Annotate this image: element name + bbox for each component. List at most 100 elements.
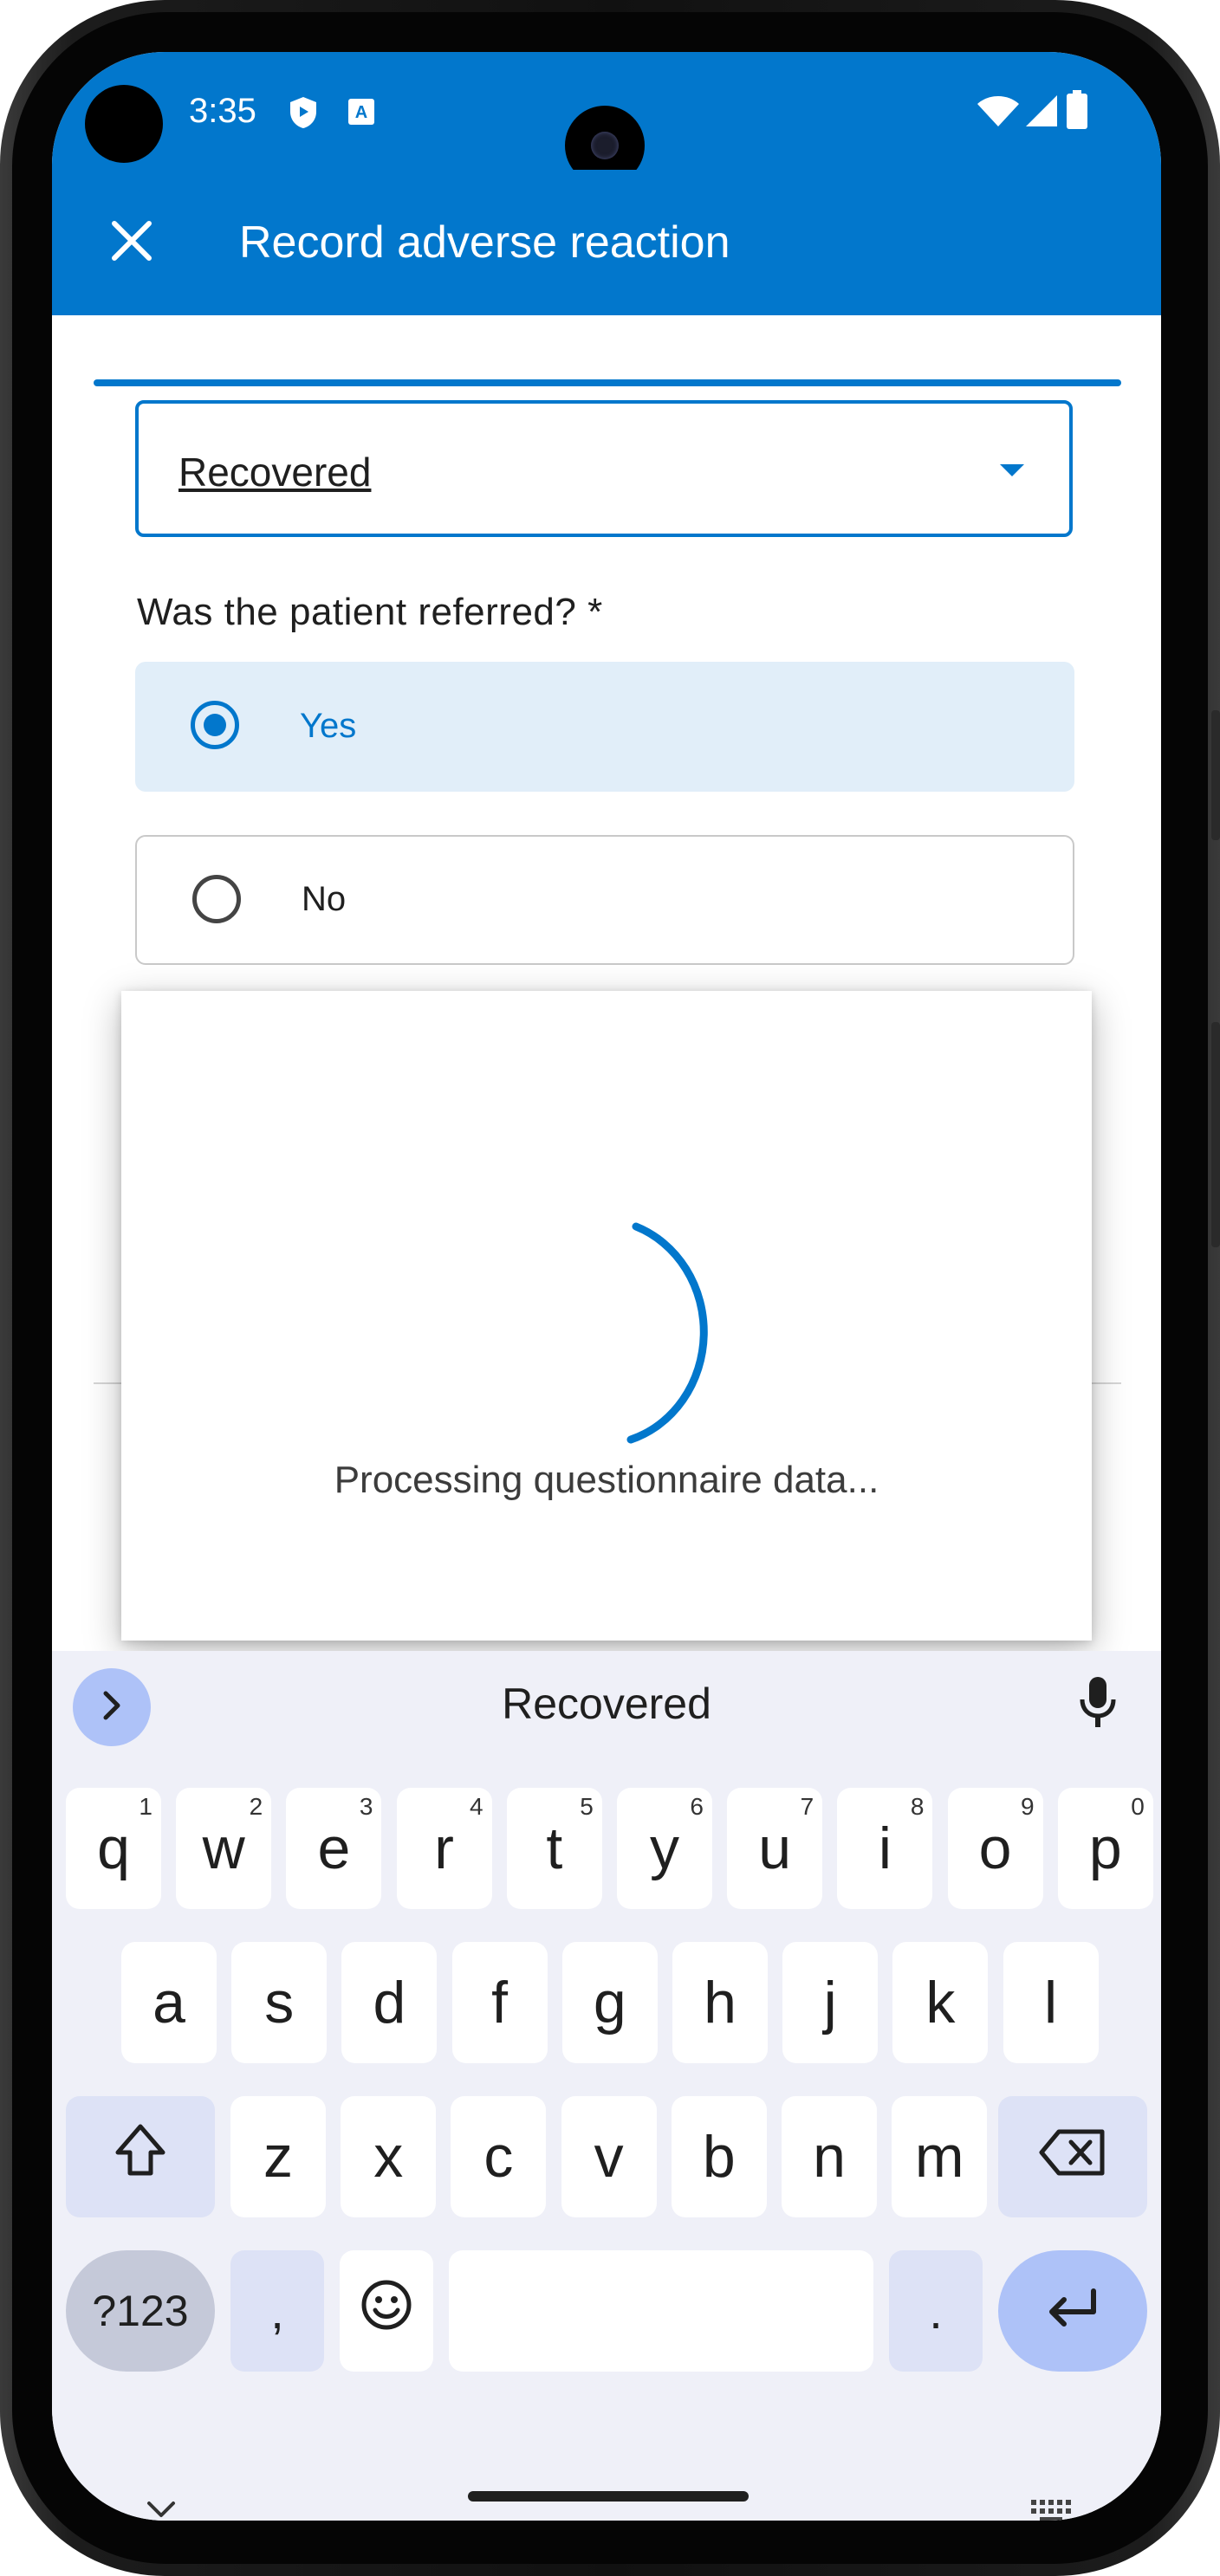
key-f[interactable]: f [451,1942,548,2063]
key-label: q [97,1815,130,1881]
key-t[interactable]: t5 [506,1788,602,1909]
shift-key[interactable] [66,2096,215,2217]
key-label: u [758,1815,792,1881]
key-number-hint: 4 [470,1793,483,1820]
key-label: d [373,1970,406,2036]
enter-key[interactable] [998,2250,1147,2372]
key-label: y [650,1815,679,1881]
key-h[interactable]: h [672,1942,768,2063]
key-label: l [1044,1970,1058,2036]
key-label: f [491,1970,509,2036]
key-label: n [813,2124,846,2190]
referral-option-label: No [302,880,347,918]
battery-icon [1066,90,1088,134]
key-number-hint: 9 [1021,1793,1035,1820]
key-w[interactable]: w2 [176,1788,272,1909]
key-c[interactable]: c [451,2096,547,2217]
page-title: Record adverse reaction [239,217,730,268]
key-s[interactable]: s [231,1942,328,2063]
key-v[interactable]: v [561,2096,657,2217]
key-label: c [483,2124,514,2190]
key-label: b [702,2124,736,2190]
key-e[interactable]: e3 [286,1788,382,1909]
key-label: j [823,1970,837,2036]
emoji-key[interactable] [340,2250,433,2372]
key-m[interactable]: m [892,2096,988,2217]
outcome-dropdown[interactable]: Recovered [135,400,1073,537]
key-number-hint: 7 [800,1793,814,1820]
power-button [1211,1022,1220,1247]
loading-dialog: Processing questionnaire data... [121,991,1092,1641]
key-u[interactable]: u7 [727,1788,823,1909]
backspace-icon [1038,2123,1107,2191]
shield-icon [288,95,319,134]
key-label: o [978,1815,1012,1881]
key-l[interactable]: l [1003,1942,1099,2063]
key-j[interactable]: j [782,1942,879,2063]
close-button[interactable] [94,204,170,281]
keyboard-switch-icon[interactable] [1029,2498,1074,2521]
soft-keyboard: Recovered ?123 , . q 1 w 2 e 3 r 4 t 5 y… [52,1651,1161,2521]
key-q[interactable]: q1 [66,1788,161,1909]
key-label: e [317,1815,351,1881]
key-n[interactable]: n [782,2096,877,2217]
key-number-hint: 6 [690,1793,704,1820]
key-p[interactable]: p0 [1057,1788,1153,1909]
loading-message: Processing questionnaire data... [334,1459,879,1501]
key-number-hint: 1 [139,1793,152,1820]
key-label: k [925,1970,956,2036]
signal-icon [1024,94,1059,133]
status-time: 3:35 [189,92,256,130]
comma-key[interactable]: , [230,2250,324,2372]
hide-keyboard-icon[interactable] [146,2500,177,2521]
form-progress-indicator [94,379,1121,386]
outcome-dropdown-value: Recovered [178,450,372,495]
close-icon [109,218,154,268]
key-k[interactable]: k [892,1942,989,2063]
key-label: h [704,1970,737,2036]
volume-button [1211,710,1220,840]
backspace-key[interactable] [998,2096,1147,2217]
symbols-key[interactable]: ?123 [66,2250,215,2372]
period-key[interactable]: . [889,2250,983,2372]
key-o[interactable]: o9 [947,1788,1043,1909]
referral-option-yes[interactable]: Yes [135,662,1074,792]
home-indicator[interactable] [468,2491,749,2502]
key-label: m [914,2124,964,2190]
word-suggestion[interactable]: Recovered [52,1679,1161,1729]
key-number-hint: 2 [249,1793,263,1820]
key-label: z [263,2124,293,2190]
key-label: i [878,1815,892,1881]
referral-option-label: Yes [300,707,357,745]
key-b[interactable]: b [671,2096,767,2217]
key-i[interactable]: i8 [837,1788,933,1909]
translate-icon: A [347,97,376,131]
key-x[interactable]: x [341,2096,437,2217]
key-label: w [202,1815,245,1881]
app-bar: Record adverse reaction [52,170,1161,315]
key-label: v [594,2124,624,2190]
microphone-icon[interactable] [1076,1675,1119,1735]
key-number-hint: 8 [910,1793,925,1820]
referral-option-no[interactable]: No [135,835,1074,965]
radio-selected-icon [191,701,239,749]
key-g[interactable]: g [561,1942,658,2063]
camera-cutout [85,85,163,163]
enter-icon [1045,2277,1100,2345]
wifi-icon [976,94,1021,133]
key-label: r [434,1815,454,1881]
key-a[interactable]: a [121,1942,217,2063]
key-label: s [264,1970,295,2036]
key-z[interactable]: z [230,2096,326,2217]
key-r[interactable]: r4 [396,1788,492,1909]
key-label: p [1088,1815,1122,1881]
key-number-hint: 5 [580,1793,594,1820]
space-key[interactable] [449,2250,873,2372]
key-label: g [593,1970,626,2036]
key-d[interactable]: d [341,1942,438,2063]
key-y[interactable]: y6 [617,1788,712,1909]
emoji-icon [360,2277,412,2345]
radio-unselected-icon [192,875,241,923]
screen: 3:35 A Record adverse reaction Recovered [52,52,1161,2521]
key-label: x [373,2124,404,2190]
